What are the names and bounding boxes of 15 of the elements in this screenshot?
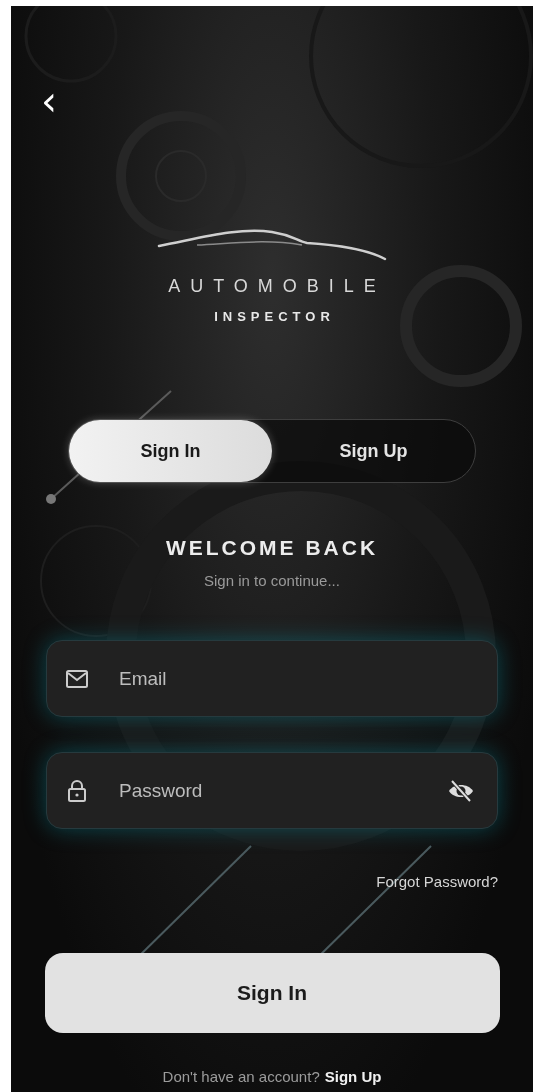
lock-icon xyxy=(65,778,89,803)
back-button[interactable]: ‹ xyxy=(37,86,61,116)
eye-off-icon[interactable] xyxy=(447,778,475,803)
input-field[interactable]: Email xyxy=(117,666,475,691)
subtitle: Sign in to continue... xyxy=(204,572,340,590)
heading: WELCOME BACK xyxy=(165,535,379,561)
sign-in-button[interactable]: Sign In xyxy=(44,953,500,1033)
logo-text: INSPECTOR xyxy=(213,309,335,325)
logo-text: AUTOMOBILE xyxy=(167,275,386,297)
sign-up-link[interactable]: Sign Up xyxy=(324,1068,382,1086)
footer-text: Don't have an account? xyxy=(162,1068,320,1086)
tab[interactable]: Sign In xyxy=(69,420,272,482)
tab[interactable]: Sign Up xyxy=(272,420,475,482)
forgot-password-link[interactable]: Forgot Password? xyxy=(376,873,498,891)
input-field[interactable]: Password xyxy=(117,778,419,803)
